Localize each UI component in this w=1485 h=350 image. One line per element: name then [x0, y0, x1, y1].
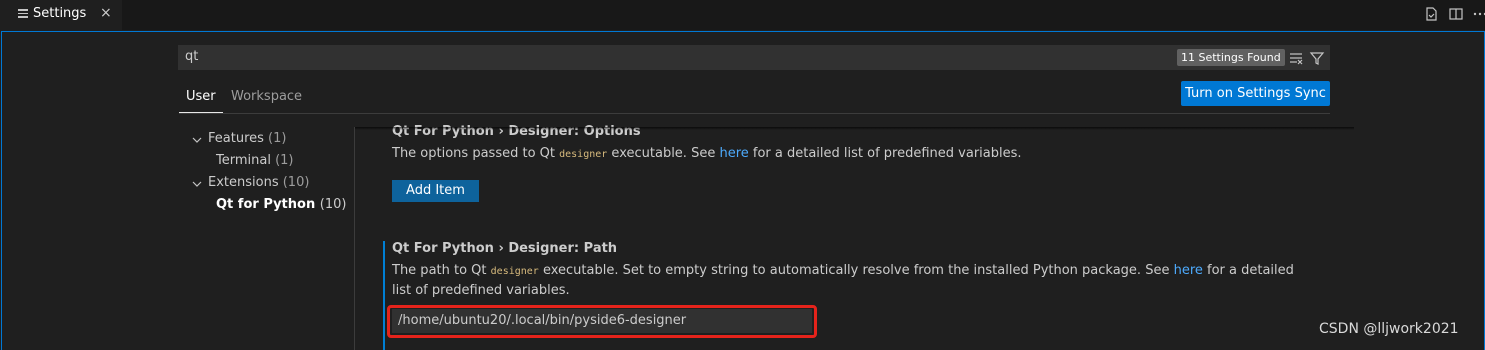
toc-label: Qt for Python	[216, 197, 316, 212]
toc-item-extensions[interactable]: Extensions (10)	[208, 175, 309, 190]
clear-filter-icon[interactable]	[1288, 50, 1304, 66]
settings-lines-icon	[18, 9, 28, 19]
settings-sync-button[interactable]: Turn on Settings Sync	[1181, 81, 1330, 106]
tab-workspace[interactable]: Workspace	[231, 89, 302, 104]
chevron-down-icon[interactable]	[192, 135, 202, 145]
editor-tabbar: Settings ×	[0, 0, 1485, 30]
inline-code: designer	[490, 266, 539, 277]
settings-search[interactable]: qt 11 Settings Found	[178, 45, 1330, 70]
setting-description: The path to Qt designer executable. Set …	[392, 261, 1312, 300]
toc-item-features[interactable]: Features (1)	[208, 131, 286, 146]
search-input[interactable]: qt	[185, 49, 198, 64]
inline-code: designer	[559, 149, 608, 160]
tab-settings[interactable]: Settings ×	[0, 0, 122, 30]
red-annotation-box	[387, 305, 817, 338]
setting-name: Path	[583, 241, 618, 256]
scroll-shadow	[355, 127, 1354, 130]
desc-text: The path to Qt	[392, 263, 491, 278]
more-icon[interactable]	[1472, 6, 1485, 22]
setting-title-designer-path: Qt For Python › Designer: Path	[392, 241, 617, 256]
desc-text: executable. See	[607, 146, 720, 161]
filter-icon[interactable]	[1309, 50, 1325, 66]
toc-count: (10)	[319, 197, 347, 212]
open-json-icon[interactable]	[1423, 6, 1439, 22]
here-link[interactable]: here	[1174, 263, 1203, 278]
desc-text: executable. Set to empty string to autom…	[538, 263, 1174, 278]
chevron-down-icon[interactable]	[192, 179, 202, 189]
toc-count: (1)	[275, 153, 294, 168]
toc-label: Features	[208, 131, 264, 146]
close-icon[interactable]: ×	[100, 5, 112, 21]
setting-focus-indicator	[383, 241, 385, 350]
split-editor-icon[interactable]	[1448, 6, 1464, 22]
toc-count: (10)	[282, 175, 310, 190]
tab-user[interactable]: User	[186, 89, 216, 104]
toc-label: Extensions	[208, 175, 279, 190]
setting-description: The options passed to Qt designer execut…	[392, 144, 1312, 164]
scope-divider	[179, 113, 1330, 114]
toc-count: (1)	[268, 131, 287, 146]
setting-category: Qt For Python › Designer:	[392, 241, 584, 256]
toc-label: Terminal	[216, 153, 271, 168]
editor-focus-border	[1, 31, 1485, 350]
toc-divider	[354, 127, 355, 350]
watermark: CSDN @lljwork2021	[1319, 321, 1459, 337]
tab-label: Settings	[33, 6, 87, 21]
add-item-button[interactable]: Add Item	[392, 180, 479, 202]
desc-text: The options passed to Qt	[392, 146, 560, 161]
toc-item-qt-for-python[interactable]: Qt for Python (10)	[216, 197, 346, 212]
toc-item-terminal[interactable]: Terminal (1)	[216, 153, 294, 168]
desc-text: for a detailed list of predefined variab…	[748, 146, 1022, 161]
here-link[interactable]: here	[719, 146, 748, 161]
results-count-badge: 11 Settings Found	[1177, 49, 1285, 66]
